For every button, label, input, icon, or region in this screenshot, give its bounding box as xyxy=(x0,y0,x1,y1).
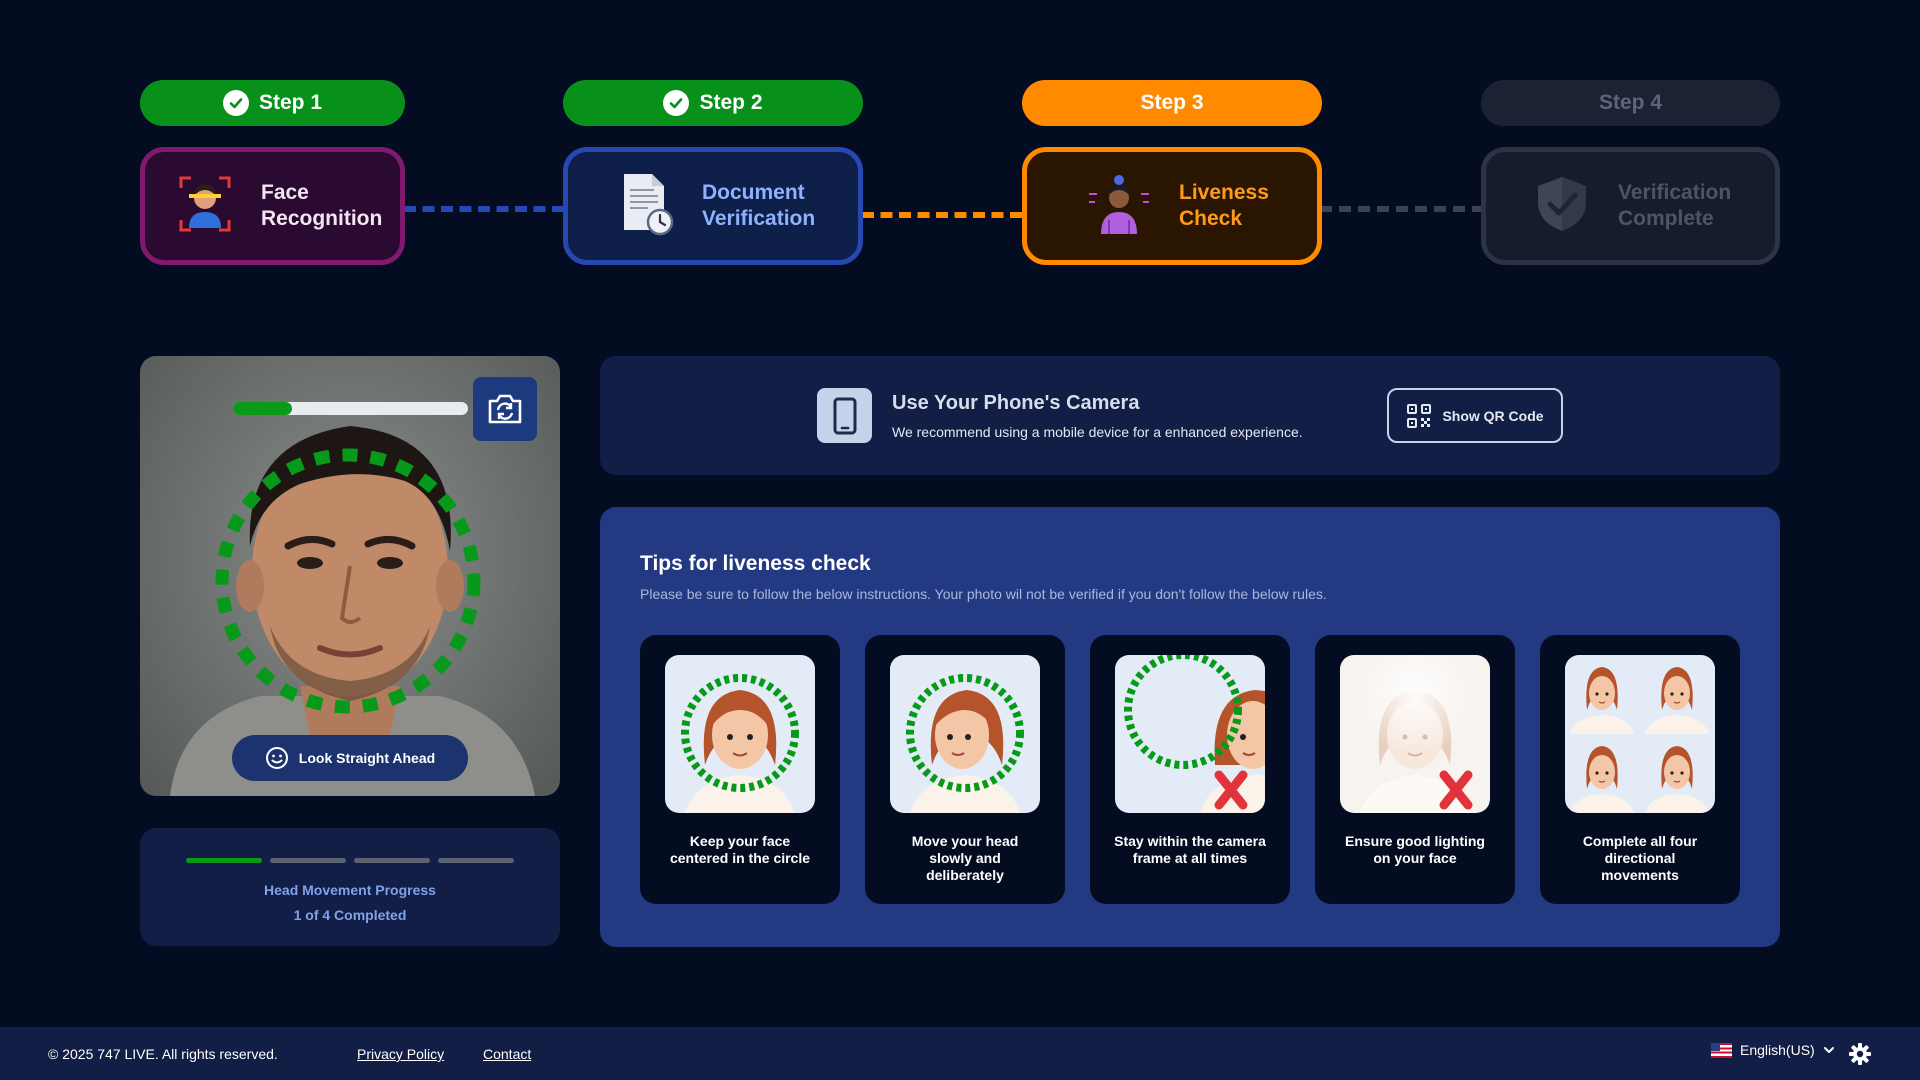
qr-code-icon xyxy=(1407,403,1432,428)
progress-stepper: Step 1 Face Recognition Step 2 Document … xyxy=(0,0,1920,280)
tip-1-line-2: centered in the circle xyxy=(669,850,811,866)
step-2-card: Document Verification xyxy=(563,147,863,265)
capture-progress-fill xyxy=(233,402,292,415)
tip-card-centered: Keep your face centered in the circle xyxy=(640,635,840,904)
tips-subtitle: Please be sure to follow the below instr… xyxy=(640,586,1327,602)
language-selector[interactable]: English(US) xyxy=(1711,1042,1835,1058)
switch-camera-button[interactable] xyxy=(473,377,537,441)
check-icon xyxy=(222,90,249,116)
step-4-label: Step 4 xyxy=(1598,91,1663,114)
step-1-title-line1: Face xyxy=(261,181,309,204)
tip-3-line-1: Stay within the camera xyxy=(1114,833,1266,849)
step-3-pill: Step 3 xyxy=(1022,80,1322,126)
head-movement-count: 1 of 4 Completed xyxy=(293,907,407,923)
step-1-label: Step 1 xyxy=(258,91,323,114)
step-1-pill: Step 1 xyxy=(140,80,405,126)
head-movement-segment xyxy=(186,858,262,863)
step-1-title-line2: Recognition xyxy=(261,207,383,230)
step-2-title-line1: Document xyxy=(702,181,805,204)
tip-2-line-1: Move your head xyxy=(911,833,1019,849)
step-2-label: Step 2 xyxy=(699,91,763,114)
tip-1-line-1: Keep your face xyxy=(689,833,791,849)
language-label: English(US) xyxy=(1740,1042,1815,1058)
tip-text-move-slowly: Move your head slowly and deliberately xyxy=(875,833,1055,884)
tip-text-good-lighting: Ensure good lighting on your face xyxy=(1325,833,1505,867)
step-3-label: Step 3 xyxy=(1140,91,1204,114)
contact-link[interactable]: Contact xyxy=(483,1046,531,1062)
tip-text-four-directions: Complete all four directional movements xyxy=(1550,833,1730,884)
camera-preview: Look Straight Ahead xyxy=(140,356,560,796)
copyright-text: © 2025 747 LIVE. All rights reserved. xyxy=(48,1046,278,1062)
phone-banner-subtitle: We recommend using a mobile device for a… xyxy=(892,424,1303,440)
tip-4-line-2: on your face xyxy=(1373,850,1457,866)
step-4-pill: Step 4 xyxy=(1481,80,1780,126)
step-4-title-line2: Complete xyxy=(1618,207,1714,230)
step-2-pill: Step 2 xyxy=(563,80,863,126)
phone-camera-banner: Use Your Phone's Camera We recommend usi… xyxy=(600,356,1780,475)
tip-3-line-2: frame at all times xyxy=(1132,850,1248,866)
smiley-icon xyxy=(265,747,288,769)
step-connector-3-4 xyxy=(1320,206,1484,212)
face-centered-illustration xyxy=(665,655,815,813)
show-qr-code-label: Show QR Code xyxy=(1442,407,1544,424)
tips-title: Tips for liveness check xyxy=(640,552,871,575)
look-straight-ahead-label: Look Straight Ahead xyxy=(298,750,436,766)
tip-5-line-3: movements xyxy=(1601,867,1679,883)
tip-4-line-1: Ensure good lighting xyxy=(1345,833,1485,849)
four-directions-illustration xyxy=(1565,655,1715,813)
head-movement-segment xyxy=(438,858,514,863)
tip-5-line-2: directional xyxy=(1604,850,1676,866)
check-icon xyxy=(663,90,690,116)
tip-2-line-2: slowly and xyxy=(929,850,1001,866)
tip-card-stay-in-frame: Stay within the camera frame at all time… xyxy=(1090,635,1290,904)
head-movement-title: Head Movement Progress xyxy=(264,882,436,898)
head-movement-panel: Head Movement Progress 1 of 4 Completed xyxy=(140,828,560,946)
step-connector-2-3 xyxy=(862,212,1022,218)
tips-list: Keep your face centered in the circle Mo… xyxy=(640,635,1740,904)
shield-check-icon xyxy=(1534,174,1590,239)
head-turn-illustration xyxy=(890,655,1040,813)
step-2-title-line2: Verification xyxy=(702,207,816,230)
head-movement-bars xyxy=(186,858,514,863)
tip-5-line-1: Complete all four xyxy=(1582,833,1698,849)
tip-text-stay-in-frame: Stay within the camera frame at all time… xyxy=(1100,833,1280,867)
step-3-title-line1: Liveness xyxy=(1179,181,1269,204)
camera-switch-icon xyxy=(488,394,522,424)
footer: © 2025 747 LIVE. All rights reserved. Pr… xyxy=(0,1027,1920,1080)
tip-card-good-lighting: Ensure good lighting on your face xyxy=(1315,635,1515,904)
step-3-card: Liveness Check xyxy=(1022,147,1322,265)
tip-text-centered: Keep your face centered in the circle xyxy=(650,833,830,867)
phone-banner-title: Use Your Phone's Camera xyxy=(892,392,1140,414)
step-connector-1-2 xyxy=(404,206,564,212)
look-straight-ahead-button[interactable]: Look Straight Ahead xyxy=(232,735,468,781)
step-4-title-line1: Verification xyxy=(1618,181,1732,204)
liveness-person-icon xyxy=(1087,172,1151,241)
out-of-frame-illustration xyxy=(1115,655,1265,813)
document-clock-icon xyxy=(618,172,674,241)
head-movement-segment xyxy=(354,858,430,863)
step-3-title-line2: Check xyxy=(1179,207,1243,230)
head-movement-segment xyxy=(270,858,346,863)
liveness-tips-panel: Tips for liveness check Please be sure t… xyxy=(600,507,1780,947)
step-4-card: Verification Complete xyxy=(1481,147,1780,265)
phone-icon xyxy=(817,388,872,443)
face-scan-icon xyxy=(177,174,233,239)
privacy-policy-link[interactable]: Privacy Policy xyxy=(357,1046,444,1062)
tip-2-line-3: deliberately xyxy=(926,867,1004,883)
tip-card-four-directions: Complete all four directional movements xyxy=(1540,635,1740,904)
tip-card-move-slowly: Move your head slowly and deliberately xyxy=(865,635,1065,904)
overexposed-face-illustration xyxy=(1340,655,1490,813)
settings-gear-icon[interactable] xyxy=(1849,1043,1871,1068)
us-flag-icon xyxy=(1711,1042,1732,1058)
show-qr-code-button[interactable]: Show QR Code xyxy=(1387,388,1563,443)
step-1-card: Face Recognition xyxy=(140,147,405,265)
capture-progress-bar xyxy=(233,402,468,415)
chevron-down-icon xyxy=(1823,1047,1834,1053)
